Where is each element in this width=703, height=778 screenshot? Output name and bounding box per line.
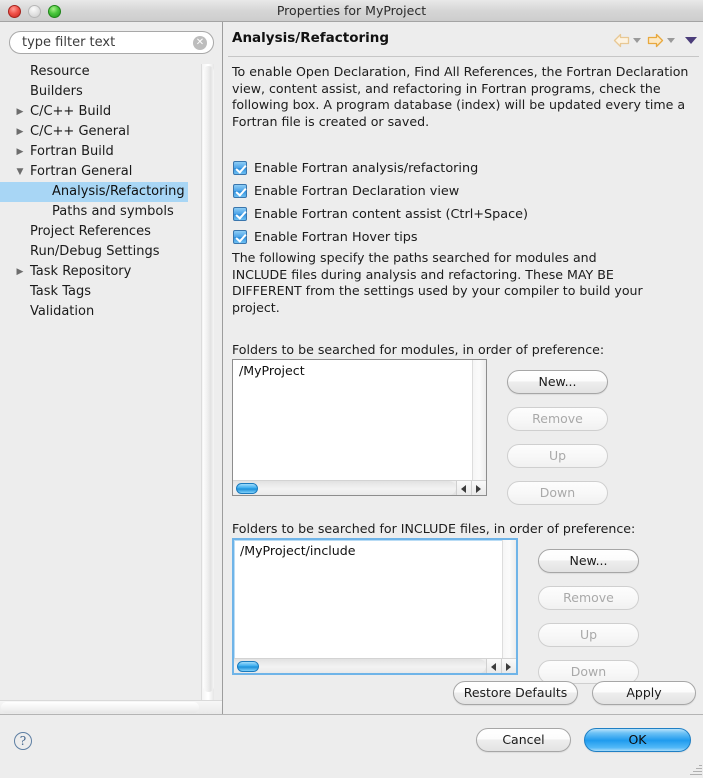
list-item[interactable]: /MyProject/include (240, 543, 356, 558)
list-item[interactable]: /MyProject (239, 363, 305, 378)
back-arrow-icon[interactable] (613, 33, 630, 48)
include-up-button: Up (538, 623, 639, 647)
include-listbox[interactable]: /MyProject/include (232, 538, 518, 675)
sidebar-vertical-scrollbar[interactable] (201, 64, 214, 714)
paths-description-text: The following specify the paths searched… (232, 250, 643, 315)
modules-listbox-horizontal-scrollbar[interactable] (233, 480, 486, 495)
properties-dialog: Properties for MyProject ✕ Resource Build… (0, 0, 703, 778)
modules-listbox[interactable]: /MyProject (232, 359, 487, 496)
modules-up-button: Up (507, 444, 608, 468)
sidebar-item-run-debug-settings[interactable]: Run/Debug Settings (0, 242, 200, 262)
checkbox-label: Enable Fortran Hover tips (254, 229, 418, 245)
checkbox-label: Enable Fortran content assist (Ctrl+Spac… (254, 206, 528, 222)
modules-down-button: Down (507, 481, 608, 505)
include-scroll-right-icon[interactable] (501, 659, 516, 673)
checkbox-row-4[interactable]: Enable Fortran Hover tips (233, 227, 418, 247)
sidebar-horizontal-scrollbar-thumb[interactable] (1, 702, 199, 713)
include-remove-button: Remove (538, 586, 639, 610)
sidebar-item-validation[interactable]: Validation (0, 302, 200, 322)
sidebar-item-fortran-build[interactable]: ▶ Fortran Build (0, 142, 200, 162)
sidebar-item-label: Resource (30, 64, 90, 79)
sidebar-vertical-scrollbar-thumb[interactable] (203, 66, 214, 692)
forward-dropdown-caret-icon[interactable] (667, 37, 675, 43)
include-hsb-track[interactable] (234, 659, 486, 673)
sidebar-item-c-c-general[interactable]: ▶ C/C++ General (0, 122, 200, 142)
modules-remove-button: Remove (507, 407, 608, 431)
settings-tree: Resource Builders ▶ C/C++ Build ▶ C/C++ Gener… (0, 62, 222, 699)
title-bar: Properties for MyProject (0, 0, 703, 22)
sidebar-item-c-c-build[interactable]: ▶ C/C++ Build (0, 102, 200, 122)
header-separator (228, 56, 699, 57)
modules-listbox-vertical-scrollbar[interactable] (472, 360, 486, 480)
resize-grip[interactable] (687, 762, 702, 777)
chevron-right-icon[interactable]: ▶ (14, 142, 26, 162)
view-menu-icon[interactable] (685, 36, 697, 44)
sidebar-item-label: Paths and symbols (52, 204, 174, 219)
modules-scroll-left-icon[interactable] (456, 481, 471, 495)
checkbox-checked-icon[interactable] (233, 184, 247, 198)
modules-scroll-right-icon[interactable] (471, 481, 486, 495)
restore-defaults-button[interactable]: Restore Defaults (453, 681, 578, 705)
back-nav-group[interactable] (613, 33, 645, 48)
sidebar-item-fortran-general[interactable]: ▼ Fortran General (0, 162, 200, 182)
sidebar-item-analysis-refactoring[interactable]: Analysis/Refactoring (0, 182, 200, 202)
apply-button[interactable]: Apply (592, 681, 696, 705)
checkbox-checked-icon[interactable] (233, 161, 247, 175)
search-input[interactable] (9, 31, 214, 54)
modules-hsb-thumb[interactable] (236, 483, 258, 494)
settings-sidebar: ✕ Resource Builders ▶C/C++ Build▶C/C++ Gen… (0, 22, 223, 714)
filter-field-wrapper: ✕ (9, 31, 214, 54)
sidebar-item-task-repository[interactable]: ▶ Task Repository (0, 262, 200, 282)
sidebar-horizontal-scrollbar[interactable] (0, 700, 222, 714)
chevron-down-icon[interactable]: ▼ (14, 162, 26, 182)
back-dropdown-caret-icon[interactable] (633, 37, 641, 43)
page-title: Analysis/Refactoring (232, 30, 390, 46)
checkbox-checked-icon[interactable] (233, 230, 247, 244)
include-listbox-horizontal-scrollbar[interactable] (234, 658, 516, 673)
clear-icon[interactable]: ✕ (193, 36, 207, 50)
modules-hsb-track[interactable] (233, 481, 456, 495)
sidebar-item-label: Project References (30, 224, 151, 239)
chevron-right-icon[interactable]: ▶ (14, 102, 26, 122)
checkbox-row-1[interactable]: Enable Fortran analysis/refactoring (233, 158, 478, 178)
forward-nav-group[interactable] (647, 33, 679, 48)
include-section-label: Folders to be searched for INCLUDE files… (232, 521, 636, 536)
dialog-footer: ? Cancel OK (0, 715, 703, 778)
sidebar-item-label: Task Tags (30, 284, 91, 299)
page-nav-icons (613, 30, 697, 50)
help-icon[interactable]: ? (14, 732, 32, 750)
sidebar-item-label: Builders (30, 84, 83, 99)
sidebar-item-project-references[interactable]: Project References (0, 222, 200, 242)
ok-button[interactable]: OK (584, 728, 691, 752)
include-listbox-vertical-scrollbar[interactable] (502, 540, 516, 658)
chevron-right-icon[interactable]: ▶ (14, 122, 26, 142)
modules-new-button[interactable]: New... (507, 370, 608, 394)
settings-tree-list: Resource Builders ▶ C/C++ Build ▶ C/C++ Gener… (0, 62, 200, 322)
sidebar-item-paths-and-symbols[interactable]: Paths and symbols (0, 202, 200, 222)
forward-arrow-icon[interactable] (647, 33, 664, 48)
include-hsb-thumb[interactable] (237, 661, 259, 672)
checkbox-checked-icon[interactable] (233, 207, 247, 221)
sidebar-item-builders[interactable]: Builders (0, 82, 200, 102)
checkbox-row-2[interactable]: Enable Fortran Declaration view (233, 181, 459, 201)
checkbox-label: Enable Fortran Declaration view (254, 183, 460, 199)
sidebar-item-resource[interactable]: Resource (0, 62, 200, 82)
chevron-right-icon[interactable]: ▶ (14, 262, 26, 282)
modules-section-label: Folders to be searched for modules, in o… (232, 342, 605, 357)
include-new-button[interactable]: New... (538, 549, 639, 573)
checkbox-row-3[interactable]: Enable Fortran content assist (Ctrl+Spac… (233, 204, 528, 224)
window-title: Properties for MyProject (276, 3, 427, 18)
sidebar-item-label: Run/Debug Settings (30, 244, 160, 259)
intro-text: To enable Open Declaration, Find All Ref… (232, 64, 689, 129)
settings-page: Analysis/Refactoring To enable Open Decl… (224, 22, 703, 714)
sidebar-item-label: Validation (30, 304, 95, 319)
include-scroll-left-icon[interactable] (486, 659, 501, 673)
sidebar-item-task-tags[interactable]: Task Tags (0, 282, 200, 302)
sidebar-item-label: Analysis/Refactoring (0, 182, 188, 202)
cancel-button[interactable]: Cancel (476, 728, 571, 752)
checkbox-label: Enable Fortran analysis/refactoring (254, 160, 479, 176)
